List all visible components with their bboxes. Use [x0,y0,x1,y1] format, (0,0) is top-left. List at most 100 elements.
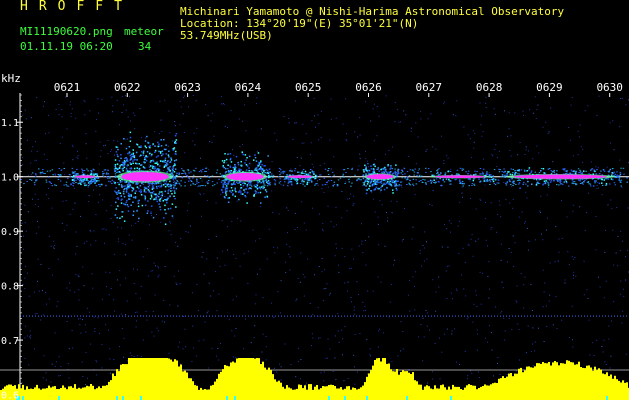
reference-dot [335,315,336,317]
noise-dot [72,347,74,349]
echo-speck [304,179,306,181]
echo-speck [240,193,242,195]
noise-dot [477,238,479,240]
echo-speck [380,186,382,189]
echo-speck [505,182,507,184]
level-bar [362,385,364,400]
echo-speck [151,185,154,187]
noise-dot [31,174,33,176]
echo-speck [251,185,253,187]
echo-speck [156,194,158,197]
echo-speck [150,194,153,196]
noise-dot [532,112,534,114]
noise-dot [577,130,579,132]
noise-dot [374,211,376,213]
noise-dot [432,279,434,281]
echo-speck [165,144,167,146]
noise-dot [613,264,615,266]
echo-speck [129,131,132,134]
echo-speck [234,195,236,198]
noise-dot [455,288,457,290]
noise-dot [427,118,429,120]
noise-dot [274,132,276,134]
noise-dot [532,158,534,160]
echo-speck [157,168,159,170]
level-bar [254,358,256,400]
echo-speck [386,171,388,173]
level-bar [178,366,180,400]
reference-dot [530,315,531,317]
reference-dot [332,315,333,317]
echo-speck [107,177,109,179]
noise-dot [583,294,585,296]
noise-dot [584,110,586,112]
noise-dot [208,282,210,284]
noise-dot [102,199,104,201]
level-bar [236,358,238,400]
level-bar [114,376,116,400]
noise-dot [335,206,337,208]
echo-speck [31,172,34,174]
echo-speck [590,185,592,187]
echo-speck [400,184,402,186]
echo-speck [241,151,243,153]
echo-speck [125,169,128,171]
echo-speck [115,151,118,153]
echo-speck [395,182,397,185]
echo-speck [140,190,142,193]
reference-dot [371,315,372,317]
noise-dot [369,348,371,350]
echo-speck [418,168,421,170]
noise-dot [106,286,107,288]
noise-dot [345,181,347,183]
echo-speck [167,190,169,192]
noise-dot [25,325,27,327]
echo-speck [134,196,137,198]
echo-speck [141,151,143,153]
noise-dot [389,301,391,303]
noise-dot [361,185,363,187]
echo-speck [394,180,396,183]
noise-dot [103,228,105,230]
reference-dot [617,315,618,317]
echo-speck [171,169,174,171]
echo-speck [124,185,126,187]
noise-dot [193,347,195,349]
noise-dot [394,259,396,261]
echo-speck [175,172,178,174]
noise-dot [429,204,431,205]
noise-dot [573,271,575,273]
reference-dot [581,315,582,317]
echo-speck [35,180,37,182]
echo-speck [328,168,330,169]
echo-speck [265,178,268,180]
echo-speck [404,177,406,179]
noise-dot [582,161,584,163]
level-bar [480,386,482,400]
noise-dot [113,140,115,142]
echo-speck [124,157,126,160]
noise-dot [53,245,55,246]
noise-dot [93,189,94,191]
echo-speck [74,171,76,173]
level-bar [112,373,114,400]
echo-speck [564,168,566,170]
noise-dot [587,105,589,107]
echo-speck [290,181,293,183]
level-bar [584,368,586,400]
noise-dot [460,274,462,276]
noise-dot [441,246,443,248]
noise-dot [85,133,87,134]
echo-speck [48,176,50,178]
noise-dot [115,197,117,199]
echo-speck [136,169,138,171]
noise-dot [463,288,465,290]
noise-dot [412,276,414,278]
echo-speck [250,182,252,184]
echo-speck [316,175,318,178]
echo-speck [321,184,324,186]
level-bar [342,389,344,400]
echo-speck [169,180,171,183]
echo-speck [262,180,264,182]
reference-dot [263,315,264,317]
